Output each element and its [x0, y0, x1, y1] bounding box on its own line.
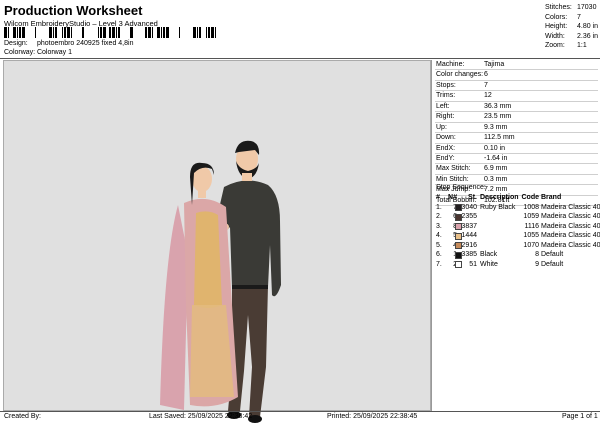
stop-stitches: 51 — [469, 260, 477, 268]
stat-row: Colors: 7 — [545, 13, 581, 21]
header-code: Code — [521, 194, 540, 201]
stop-description: Black — [480, 251, 498, 258]
color-swatch — [455, 213, 462, 221]
stop-brand: Madeira Classic 40 — [541, 203, 600, 211]
stop-code: 9 — [535, 260, 539, 268]
machine-row: Trims: 12 — [435, 91, 598, 102]
machine-row: Color changes:6 — [435, 70, 598, 81]
footer-divider — [0, 411, 600, 412]
stop-stitches: 3040 — [461, 203, 477, 211]
embroidery-design-image — [160, 140, 281, 423]
stat-row: Height: 4.80 in — [545, 23, 599, 30]
colorway-label: Colorway: — [4, 49, 36, 56]
color-swatch — [455, 223, 462, 230]
machine-row: Max Stitch: 6.9 mm — [435, 164, 598, 175]
color-swatch — [455, 204, 462, 211]
stop-brand: Madeira Classic 40 — [541, 232, 600, 239]
machine-row: EndY: -1.64 in — [435, 154, 598, 165]
stop-code: 1116 — [524, 222, 539, 230]
stop-stitches: 2355 — [461, 213, 477, 220]
machine-row: Right: 23.5 mm — [435, 112, 598, 123]
stop-description: Ruby Black — [480, 203, 516, 211]
stop-index: 2. — [436, 213, 442, 220]
stop-code: 1070 — [523, 241, 539, 249]
machine-row: Stops: 7 — [435, 81, 598, 92]
stop-stitches: 1444 — [461, 232, 477, 239]
stop-brand: Default — [541, 251, 564, 258]
color-swatch — [455, 261, 462, 268]
colorway-value: Colorway 1 — [36, 49, 72, 56]
stop-brand: Madeira Classic 40 — [541, 241, 600, 249]
stop-code: 1055 — [523, 232, 539, 239]
machine-row: Machine: Tajima — [435, 60, 598, 71]
machine-row: EndX: 0.10 in — [435, 144, 598, 154]
stop-brand: Default — [541, 260, 564, 268]
stat-row: Zoom: 1:1 — [545, 42, 587, 49]
column-divider — [431, 60, 432, 411]
printed-date: Printed: 25/09/2025 22:38:45 — [327, 413, 418, 420]
page-number: Page 1 of 1 — [562, 413, 598, 420]
header-needle: N# — [448, 194, 457, 201]
header-divider — [0, 58, 600, 59]
barcode — [4, 27, 216, 38]
stop-stitches: 3385 — [461, 251, 477, 258]
stop-code: 1059 — [523, 213, 539, 220]
header-stitches: St. — [468, 194, 477, 201]
stop-brand: Madeira Classic 40 — [541, 222, 600, 230]
stop-code: 8 — [535, 251, 539, 258]
machine-row: Left: 36.3 mm — [435, 102, 598, 113]
header-index: # — [436, 194, 440, 201]
machine-row: Up: 9.3 mm — [435, 123, 598, 134]
stop-index: 6. — [436, 251, 442, 258]
design-stats: Stitches: 17030 Colors: 7 Height: 4.80 in W… — [545, 3, 598, 51]
stop-index: 5. — [436, 241, 442, 249]
stat-row: Width: 2.36 in — [545, 32, 599, 40]
stop-description: White — [480, 260, 498, 268]
stat-row: Stitches: 17030 — [545, 4, 597, 11]
color-swatch — [455, 251, 462, 259]
page-title: Production Worksheet — [4, 3, 143, 18]
stop-code: 1008 — [523, 203, 539, 211]
design-row: Design: photoembro 240925 fixed 4,8in — [4, 40, 133, 47]
stop-stitches: 2916 — [461, 241, 477, 249]
design-value: photoembro 240925 fixed 4,8in — [36, 40, 134, 47]
stop-index: 3. — [436, 222, 442, 230]
stop-index: 7. — [436, 260, 442, 268]
design-preview — [3, 60, 431, 423]
stop-index: 1. — [436, 203, 442, 211]
design-label: Design: — [4, 40, 28, 47]
created-by: Created By: — [4, 413, 41, 420]
stop-brand: Madeira Classic 40 — [541, 213, 600, 220]
stop-sequence-title: Stop Sequence: — [436, 184, 486, 191]
color-swatch — [455, 232, 462, 240]
last-saved: Last Saved: 25/09/2025 22:38:42 — [149, 413, 253, 420]
machine-row: Down: 112.5 mm — [435, 133, 598, 144]
color-swatch — [455, 242, 462, 249]
stop-index: 4. — [436, 232, 442, 239]
stop-stitches: 3837 — [461, 222, 477, 230]
colorway-row: Colorway: Colorway 1 — [4, 49, 72, 56]
header-brand: Brand — [541, 194, 562, 201]
header-description: Description — [480, 194, 519, 201]
